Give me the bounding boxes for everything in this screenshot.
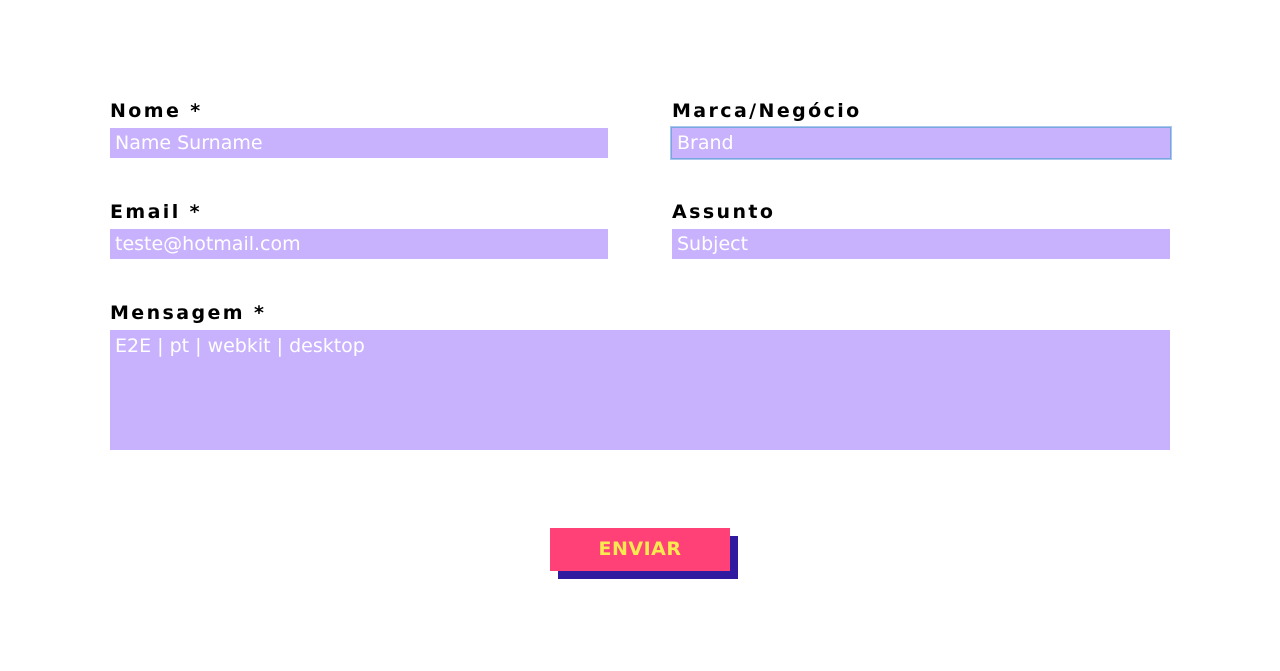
- brand-label: Marca/Negócio: [672, 100, 862, 122]
- message-label: Mensagem *: [110, 302, 267, 324]
- email-input[interactable]: [110, 229, 608, 259]
- name-label: Nome *: [110, 100, 203, 122]
- submit-button[interactable]: ENVIAR: [550, 528, 730, 571]
- submit-button-wrapper: ENVIAR: [550, 528, 738, 580]
- subject-input[interactable]: [672, 229, 1170, 259]
- message-textarea[interactable]: [110, 330, 1170, 450]
- email-label: Email *: [110, 201, 202, 223]
- name-input[interactable]: [110, 128, 608, 158]
- brand-input[interactable]: [672, 128, 1170, 158]
- subject-label: Assunto: [672, 201, 776, 223]
